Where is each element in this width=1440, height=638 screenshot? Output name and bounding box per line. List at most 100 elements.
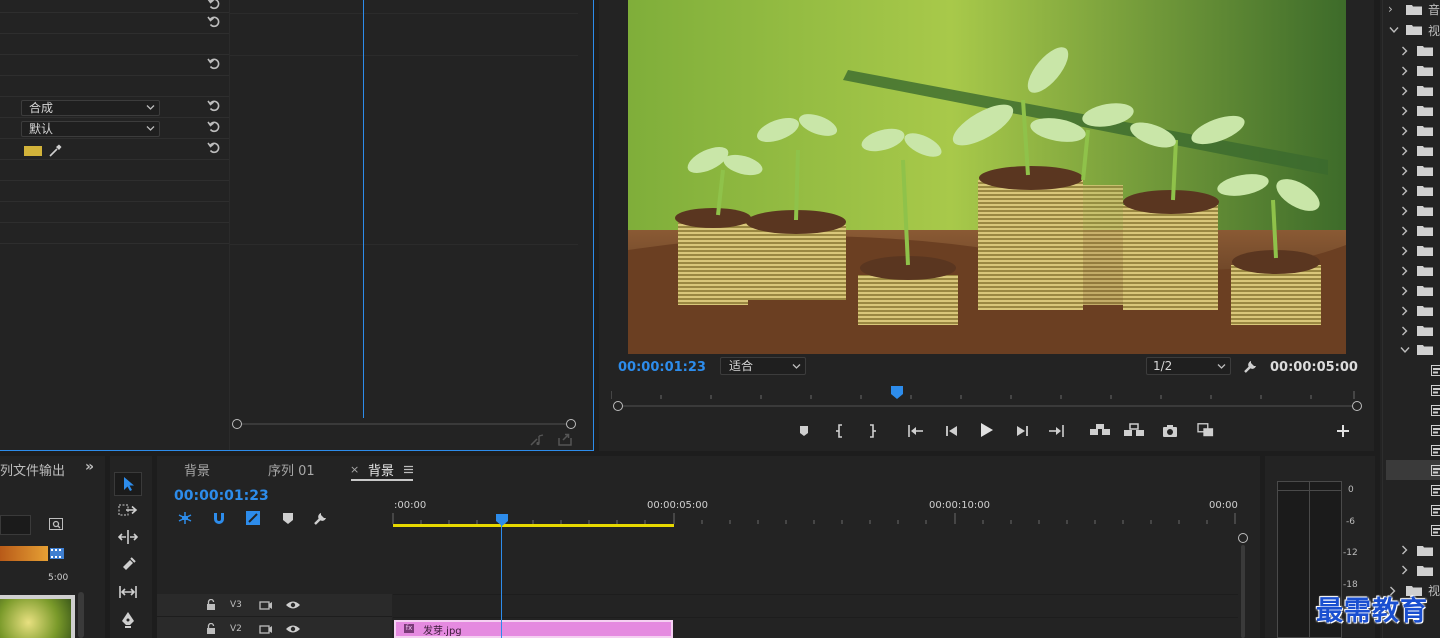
thumbnail-frame[interactable] <box>0 595 75 638</box>
go-to-in-icon[interactable] <box>907 423 925 439</box>
program-playhead[interactable] <box>891 386 903 400</box>
tab-sequence-active[interactable]: 背景 <box>368 460 394 479</box>
chevron-right-icon[interactable] <box>1401 306 1408 316</box>
tab-sequence-bg[interactable]: 背景 <box>184 460 210 479</box>
color-swatch[interactable] <box>24 146 42 156</box>
sync-lock-icon[interactable] <box>259 600 273 611</box>
snap-magnet-icon[interactable] <box>212 511 226 525</box>
track-select-tool-icon[interactable] <box>118 503 138 517</box>
interpolation-select[interactable]: 默认 <box>21 121 160 137</box>
lift-icon[interactable] <box>1089 422 1111 438</box>
sequence-icon[interactable] <box>1431 404 1440 416</box>
lock-icon[interactable] <box>206 599 216 611</box>
go-to-out-icon[interactable] <box>1047 423 1065 439</box>
tab-close-icon[interactable]: × <box>350 463 359 476</box>
chevron-right-icon[interactable] <box>1401 126 1408 136</box>
chevron-right-icon[interactable] <box>1401 86 1408 96</box>
export-frame-camera-icon[interactable] <box>1161 423 1179 439</box>
step-forward-icon[interactable] <box>1013 423 1031 439</box>
tab-menu-icon[interactable] <box>404 465 413 474</box>
chevron-down-icon[interactable] <box>1389 26 1399 34</box>
eyedropper-icon[interactable] <box>48 143 63 158</box>
tab-sequence-01[interactable]: 序列 01 <box>268 460 315 479</box>
chevron-right-icon[interactable] <box>1401 226 1408 236</box>
export-icon[interactable] <box>558 433 572 446</box>
resolution-select[interactable]: 1/2 <box>1146 357 1231 375</box>
lock-icon[interactable] <box>206 623 216 635</box>
chevron-right-icon[interactable] <box>1401 266 1408 276</box>
sequence-icon[interactable] <box>1431 444 1440 456</box>
sequence-icon[interactable] <box>1431 424 1440 436</box>
timeline-settings-wrench-icon[interactable] <box>313 510 329 526</box>
timeline-playhead-handle[interactable] <box>496 514 508 526</box>
chevron-down-icon[interactable] <box>1400 346 1410 354</box>
scroll-handle-right[interactable] <box>566 419 576 429</box>
program-zoom-bar[interactable] <box>622 405 1352 407</box>
play-icon[interactable] <box>977 422 995 438</box>
eye-visibility-icon[interactable] <box>285 600 301 610</box>
slip-tool-icon[interactable] <box>118 584 138 600</box>
timeline-scroll-handle[interactable] <box>1238 533 1248 543</box>
zoom-fit-select[interactable]: 适合 <box>720 357 806 375</box>
work-area-bar[interactable] <box>393 524 674 527</box>
nest-sequence-icon[interactable] <box>177 511 193 525</box>
linked-selection-icon[interactable] <box>245 510 261 526</box>
step-back-icon[interactable] <box>943 423 961 439</box>
chevron-right-icon[interactable] <box>1401 206 1408 216</box>
mark-out-icon[interactable] <box>863 423 881 439</box>
sync-lock-icon[interactable] <box>259 624 273 635</box>
zoom-handle-right[interactable] <box>1352 401 1362 411</box>
chevron-right-icon[interactable] <box>1401 565 1408 575</box>
sequence-icon[interactable] <box>1431 524 1440 536</box>
scroll-handle-left[interactable] <box>232 419 242 429</box>
timeline-vertical-scrollbar[interactable] <box>1241 545 1245 638</box>
chevron-right-icon[interactable] <box>1401 246 1408 256</box>
chevron-right-icon[interactable] <box>1401 166 1408 176</box>
audio-icon[interactable] <box>530 434 544 446</box>
sequence-icon[interactable] <box>1431 364 1440 376</box>
mark-in-icon[interactable] <box>831 423 849 439</box>
reset-icon[interactable] <box>207 99 221 113</box>
wrench-settings-icon[interactable] <box>1243 358 1259 374</box>
tree-caret-right[interactable]: › <box>1388 2 1393 16</box>
razor-tool-icon[interactable] <box>120 557 136 573</box>
zoom-handle-left[interactable] <box>613 401 623 411</box>
pen-tool-icon[interactable] <box>120 611 136 629</box>
timeline-clip[interactable]: fx 发芽.jpg <box>394 620 673 638</box>
chevron-right-icon[interactable] <box>1401 66 1408 76</box>
chevron-right-icon[interactable] <box>1401 286 1408 296</box>
chevron-right-icon[interactable] <box>1401 146 1408 156</box>
eye-visibility-icon[interactable] <box>285 624 301 634</box>
program-ruler[interactable] <box>611 389 1355 399</box>
ripple-edit-tool-icon[interactable] <box>118 529 138 545</box>
panel-overflow-icon[interactable]: » <box>85 459 94 475</box>
chevron-right-icon[interactable] <box>1401 545 1408 555</box>
sequence-icon[interactable] <box>1431 504 1440 516</box>
chevron-right-icon[interactable] <box>1401 326 1408 336</box>
sequence-icon[interactable] <box>1431 484 1440 496</box>
reset-icon[interactable] <box>207 141 221 155</box>
add-button-icon[interactable] <box>1336 424 1350 438</box>
sequence-icon[interactable] <box>1431 464 1440 476</box>
reset-icon[interactable] <box>207 57 221 71</box>
reset-icon[interactable] <box>207 120 221 134</box>
blend-mode-select[interactable]: 合成 <box>21 100 160 116</box>
selection-tool-button[interactable] <box>114 472 142 496</box>
chevron-right-icon[interactable] <box>1401 186 1408 196</box>
comparison-view-icon[interactable] <box>1195 422 1217 438</box>
search-input[interactable] <box>0 515 31 535</box>
timeline-current-timecode[interactable]: 00:00:01:23 <box>174 488 269 504</box>
extract-icon[interactable] <box>1123 422 1145 438</box>
clip-thumbnail-strip[interactable] <box>0 546 48 561</box>
chevron-right-icon[interactable] <box>1401 106 1408 116</box>
search-icon[interactable] <box>49 518 63 530</box>
program-current-timecode[interactable]: 00:00:01:23 <box>618 360 706 375</box>
reset-icon[interactable] <box>207 0 221 11</box>
add-marker-icon[interactable] <box>795 423 813 439</box>
reset-icon[interactable] <box>207 15 221 29</box>
ec-zoom-scrollbar[interactable] <box>237 423 571 425</box>
vertical-scrollbar[interactable] <box>78 592 84 638</box>
chevron-right-icon[interactable] <box>1401 46 1408 56</box>
sequence-icon[interactable] <box>1431 384 1440 396</box>
add-marker-icon[interactable] <box>282 511 294 525</box>
